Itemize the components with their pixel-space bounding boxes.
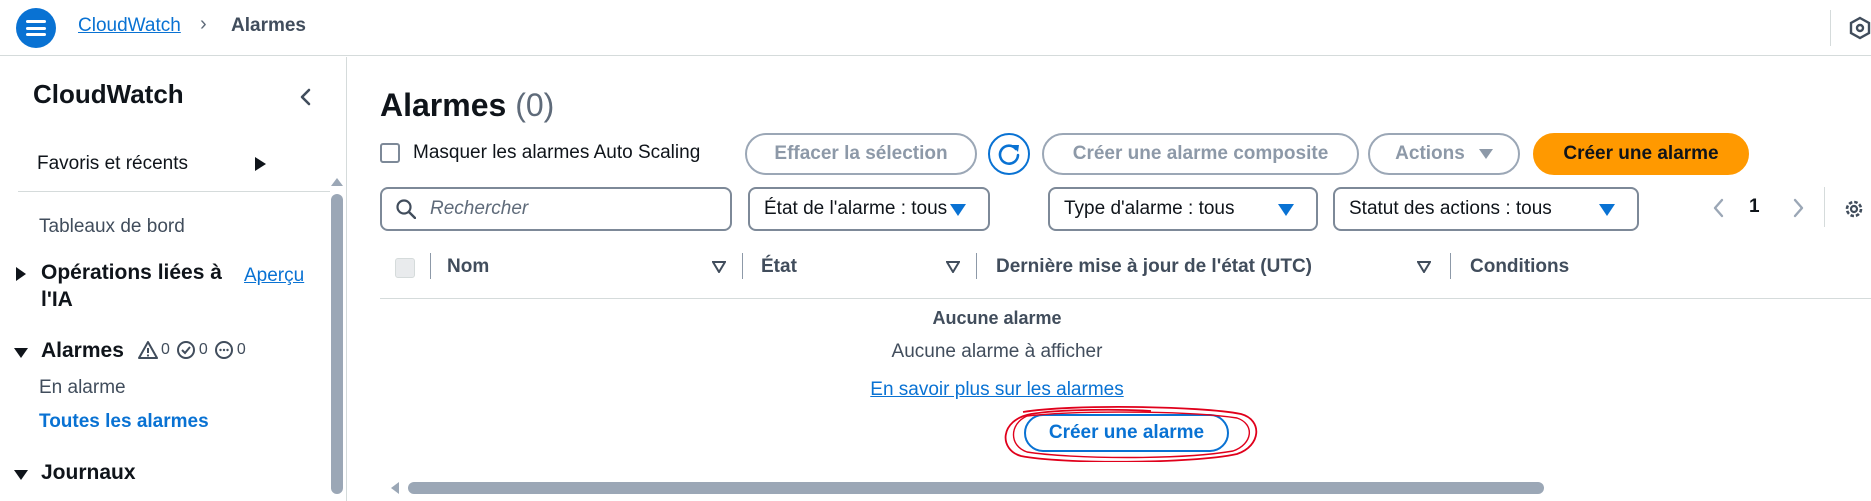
sidebar-title: CloudWatch [33,79,184,109]
sidebar-section-logs[interactable]: Journaux [41,461,136,485]
caret-down-icon[interactable] [14,346,28,360]
hide-autoscaling-checkbox[interactable] [380,143,400,163]
divider [1830,10,1831,46]
search-input[interactable] [430,195,720,223]
warning-icon [138,341,158,359]
divider [18,191,330,192]
sort-icon[interactable] [1417,261,1431,273]
filter-alarm-state-value: État de l'alarme : tous [764,198,948,219]
hamburger-icon [26,20,46,36]
sidebar-item-favorites[interactable]: Favoris et récents [37,153,188,175]
count-value: 0 [236,341,246,358]
sort-icon[interactable] [712,261,726,273]
empty-state-title: Aucune alarme [932,308,1062,328]
create-alarm-button[interactable]: Créer une alarme [1533,133,1749,175]
alarm-count: (0) [515,87,555,123]
create-composite-alarm-button[interactable]: Créer une alarme composite [1042,133,1359,175]
empty-state-create-alarm-button[interactable]: Créer une alarme [1024,414,1229,452]
chevron-right-icon[interactable] [1790,197,1806,219]
sidebar-section-alarms[interactable]: Alarmes [41,339,124,363]
empty-state-message: Aucune alarme à afficher [891,341,1103,362]
scroll-left-icon[interactable] [390,481,400,495]
actions-label: Actions [1395,143,1465,164]
caret-right-icon[interactable] [14,267,28,281]
learn-more-link[interactable]: En savoir plus sur les alarmes [870,379,1123,400]
learn-more-link-wrapper: En savoir plus sur les alarmes [768,379,1226,401]
filter-actions-status[interactable]: Statut des actions : tous [1333,187,1639,231]
chevron-right-icon: › [200,13,207,35]
caret-down-icon [1599,204,1615,216]
sidebar-scrollbar[interactable] [331,194,343,494]
table-horizontal-scrollbar[interactable] [408,482,1544,494]
ok-count[interactable]: 0 [176,340,208,360]
sort-icon[interactable] [946,261,960,273]
alarm-status-counts: 0 0 0 [138,340,246,360]
sidebar-link-preview[interactable]: Aperçu [244,265,304,287]
column-header-conditions[interactable]: Conditions [1470,256,1569,278]
scroll-up-icon[interactable] [330,175,344,189]
search-icon [396,199,416,219]
filter-alarm-type-value: Type d'alarme : tous [1064,198,1235,219]
caret-down-icon [1278,204,1294,216]
check-circle-icon [176,341,195,359]
column-divider [430,253,431,279]
ellipsis-circle-icon [214,341,233,359]
column-header-last-update[interactable]: Dernière mise à jour de l'état (UTC) [996,256,1312,278]
top-navigation: CloudWatch › Alarmes [0,0,1871,56]
select-all-checkbox[interactable] [395,258,415,278]
page-title-text: Alarmes [380,87,507,123]
table-header: Nom État Dernière mise à jour de l'état … [380,243,1871,299]
breadcrumb-cloudwatch[interactable]: CloudWatch [78,15,181,37]
sidebar-item-dashboards[interactable]: Tableaux de bord [39,216,185,238]
chevron-left-icon[interactable] [292,83,320,111]
column-header-name[interactable]: Nom [447,256,489,278]
caret-down-icon[interactable] [14,468,28,482]
gear-icon[interactable] [1842,197,1866,221]
column-divider [1450,253,1451,279]
clear-selection-button[interactable]: Effacer la sélection [745,133,977,175]
caret-down-icon [1478,149,1493,159]
menu-button[interactable] [16,8,56,48]
refresh-icon [998,144,1020,165]
count-value: 0 [161,341,170,358]
filter-alarm-type[interactable]: Type d'alarme : tous [1048,187,1318,231]
hide-autoscaling-label[interactable]: Masquer les alarmes Auto Scaling [413,142,700,164]
insufficient-data-count[interactable]: 0 [214,340,246,360]
side-navigation: CloudWatch Favoris et récents Tableaux d… [0,57,347,501]
page-title: Alarmes (0) [380,87,554,124]
sidebar-item-in-alarm[interactable]: En alarme [39,377,126,399]
column-divider [976,253,977,279]
search-field[interactable] [380,187,732,231]
count-value: 0 [198,341,208,358]
chevron-left-icon[interactable] [1711,197,1727,219]
in-alarm-count[interactable]: 0 [138,340,170,360]
actions-dropdown[interactable]: Actions [1368,133,1520,175]
page-number[interactable]: 1 [1749,196,1760,218]
column-divider [742,253,743,279]
column-header-state[interactable]: État [761,256,797,278]
divider [1824,187,1825,227]
caret-right-icon[interactable] [253,155,267,173]
sidebar-section-ai-operations-cont[interactable]: l'IA [41,288,73,312]
refresh-button[interactable] [988,133,1030,175]
filter-alarm-state[interactable]: État de l'alarme : tous [748,187,990,231]
filter-actions-status-value: Statut des actions : tous [1349,198,1552,219]
cloudshell-icon[interactable] [1848,16,1871,40]
caret-down-icon [950,204,966,216]
breadcrumb-current: Alarmes [231,15,306,36]
sidebar-section-ai-operations[interactable]: Opérations liées à [41,261,222,285]
sidebar-item-all-alarms[interactable]: Toutes les alarmes [39,411,209,433]
